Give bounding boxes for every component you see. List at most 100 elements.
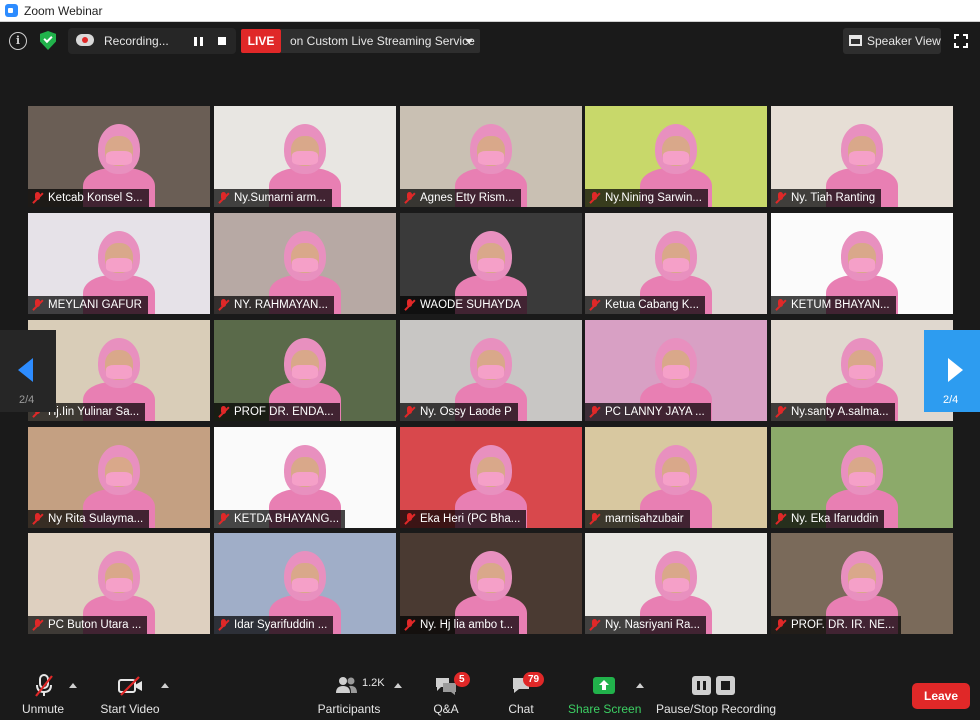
cloud-recording-icon [76,34,94,46]
recording-indicator: Recording... [68,28,236,54]
participant-nameplate: KETDA BHAYANG... [214,510,346,528]
participant-name: Ny.santy A.salma... [791,406,889,418]
face-mask [292,472,318,486]
start-video-button[interactable]: Start Video [98,662,162,720]
muted-microphone-icon [775,406,786,418]
participant-tile[interactable]: Idar Syarifuddin ... [214,533,396,634]
video-options-caret-icon[interactable] [161,683,169,688]
participant-name: KETDA BHAYANG... [234,513,340,525]
participant-tile[interactable]: WAODE SUHAYDA [400,213,582,314]
muted-microphone-icon [32,513,43,525]
participant-tile[interactable]: PROF DR. ENDA... [214,320,396,421]
face-mask [292,365,318,379]
participant-tile[interactable]: marnisahzubair [585,427,767,528]
participant-tile[interactable]: Ketcab Konsel S... [28,106,210,207]
speaker-view-button[interactable]: Speaker View [843,28,941,54]
window-title: Zoom Webinar [24,3,103,18]
participant-nameplate: Ny. Tiah Ranting [771,189,882,207]
participant-tile[interactable]: NY. RAHMAYAN... [214,213,396,314]
pause-stop-recording-label: Pause/Stop Recording [656,702,777,716]
unmute-label: Unmute [21,702,65,716]
share-screen-caret-icon[interactable] [636,683,644,688]
muted-microphone-icon [32,299,43,311]
participant-name: Ny.Nining Sarwin... [605,192,702,204]
fullscreen-icon[interactable] [954,34,968,48]
participant-name: NY. RAHMAYAN... [234,299,328,311]
participant-tile[interactable]: Ny. Eka Ifaruddin [771,427,953,528]
pause-icon [692,676,711,695]
security-shield-icon[interactable] [40,31,56,50]
participant-nameplate: PROF DR. ENDA... [214,403,340,421]
participant-tile[interactable]: KETDA BHAYANG... [214,427,396,528]
face-mask [663,578,689,592]
participants-button[interactable]: 1.2K Participants [316,662,385,720]
pause-recording-icon[interactable] [194,37,203,46]
muted-microphone-icon [775,619,786,631]
participant-tile[interactable]: Ketua Cabang K... [585,213,767,314]
live-stream-label: on Custom Live Streaming Service [290,34,475,48]
participant-name: Ketcab Konsel S... [48,192,143,204]
page-indicator-right: 2/4 [943,394,959,406]
participant-tile[interactable]: Agnes Etty Rism... [400,106,582,207]
muted-microphone-icon [218,513,229,525]
participant-name: Eka Heri (PC Bha... [420,513,521,525]
meeting-info-icon[interactable]: i [9,32,27,50]
participant-tile[interactable]: KETUM BHAYAN... [771,213,953,314]
stop-recording-icon[interactable] [218,37,226,45]
audio-options-caret-icon[interactable] [69,683,77,688]
participant-nameplate: Ketcab Konsel S... [28,189,149,207]
participant-nameplate: KETUM BHAYAN... [771,296,896,314]
participant-name: Ny Rita Sulayma... [48,513,144,525]
pause-stop-recording-button[interactable]: Pause/Stop Recording [656,662,777,720]
participant-nameplate: Agnes Etty Rism... [400,189,521,207]
video-off-icon [118,676,142,696]
participant-name: PC Buton Utara ... [48,619,142,631]
live-badge: LIVE [241,29,281,53]
participant-tile[interactable]: Ny.Nining Sarwin... [585,106,767,207]
next-page-button[interactable]: 2/4 [924,330,980,412]
participants-icon [336,677,357,693]
muted-microphone-icon [775,192,786,204]
participant-nameplate: Eka Heri (PC Bha... [400,510,527,528]
participant-name: WAODE SUHAYDA [420,299,521,311]
muted-microphone-icon [404,513,415,525]
participant-tile[interactable]: Ny. Hj lia ambo t... [400,533,582,634]
muted-microphone-icon [218,192,229,204]
previous-page-button[interactable]: 2/4 [0,330,56,412]
share-screen-label: Share Screen [568,702,642,716]
participant-tile[interactable]: Ny Rita Sulayma... [28,427,210,528]
share-screen-button[interactable]: Share Screen [568,662,642,720]
participant-nameplate: NY. RAHMAYAN... [214,296,334,314]
participant-nameplate: Ny.Nining Sarwin... [585,189,708,207]
face-mask [478,365,504,379]
participant-nameplate: Ny Rita Sulayma... [28,510,150,528]
face-mask [849,258,875,272]
participant-tile[interactable]: PC Buton Utara ... [28,533,210,634]
participant-tile[interactable]: MEYLANI GAFUR [28,213,210,314]
participant-tile[interactable]: Ny. Ossy Laode P [400,320,582,421]
participant-tile[interactable]: PC LANNY JAYA ... [585,320,767,421]
muted-microphone-icon [218,406,229,418]
muted-microphone-icon [218,619,229,631]
participant-nameplate: Ny. Ossy Laode P [400,403,518,421]
participant-tile[interactable]: Eka Heri (PC Bha... [400,427,582,528]
face-mask [849,472,875,486]
participant-tile[interactable]: PROF. DR. IR. NE... [771,533,953,634]
participant-tile[interactable]: Ny.Sumarni arm... [214,106,396,207]
participant-tile[interactable]: Ny. Nasriyani Ra... [585,533,767,634]
participant-nameplate: marnisahzubair [585,510,690,528]
participant-tile[interactable]: Ny. Tiah Ranting [771,106,953,207]
window-titlebar: Zoom Webinar [0,0,980,22]
chat-button[interactable]: 79 Chat [499,662,545,720]
participant-name: Ny.Sumarni arm... [234,192,326,204]
participants-caret-icon[interactable] [394,683,402,688]
participant-nameplate: PC LANNY JAYA ... [585,403,711,421]
qa-button[interactable]: 5 Q&A [424,662,470,720]
participant-nameplate: WAODE SUHAYDA [400,296,527,314]
muted-microphone-icon [32,192,43,204]
leave-button[interactable]: Leave [912,683,970,709]
live-stream-dropdown[interactable]: on Custom Live Streaming Service [281,29,480,53]
unmute-button[interactable]: Unmute [14,662,72,720]
muted-microphone-icon [775,299,786,311]
participant-name: Agnes Etty Rism... [420,192,515,204]
